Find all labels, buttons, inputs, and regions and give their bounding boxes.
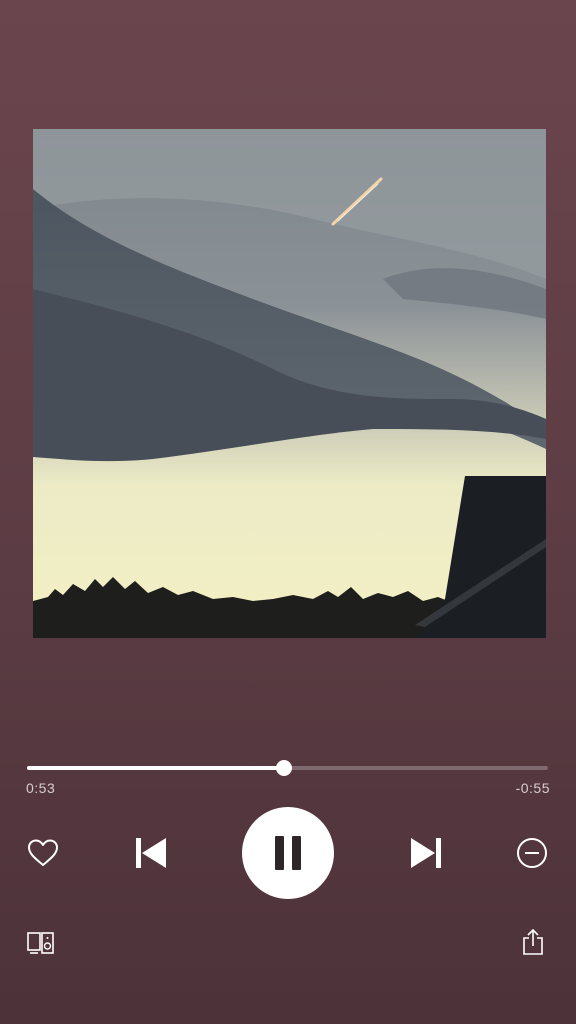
elapsed-time: 0:53	[26, 780, 56, 796]
album-art-image	[33, 129, 546, 638]
like-button[interactable]	[23, 833, 63, 873]
remaining-time: -0:55	[515, 780, 550, 796]
connect-devices-button[interactable]	[23, 925, 59, 961]
share-icon	[523, 928, 543, 955]
pause-icon	[275, 836, 301, 870]
progress-thumb[interactable]	[276, 760, 293, 776]
share-button[interactable]	[515, 924, 551, 960]
next-button[interactable]	[401, 828, 451, 878]
heart-icon	[28, 839, 58, 866]
progress-fill	[27, 766, 285, 770]
skip-next-icon	[411, 838, 441, 868]
progress-bar[interactable]	[27, 760, 548, 776]
devices-icon	[27, 932, 54, 954]
minus-circle-icon	[517, 838, 547, 868]
previous-button[interactable]	[126, 828, 176, 878]
hide-song-button[interactable]	[512, 833, 552, 873]
play-pause-button[interactable]	[242, 807, 334, 899]
album-art	[33, 129, 546, 638]
skip-previous-icon	[136, 838, 166, 868]
